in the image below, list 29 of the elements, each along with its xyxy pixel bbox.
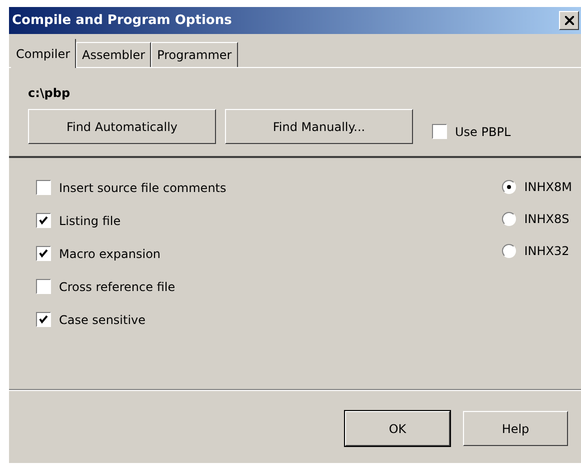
radio-label: INHX32 [524, 244, 570, 258]
compiler-path: c:\pbp [28, 86, 72, 100]
close-button[interactable] [559, 11, 579, 30]
checkbox[interactable] [432, 124, 447, 139]
radio-label: INHX8M [524, 180, 572, 194]
tab[interactable]: Programmer [151, 42, 238, 67]
checkbox[interactable] [36, 312, 51, 327]
checkbox-label: Insert source file comments [59, 180, 226, 194]
checkbox[interactable] [36, 180, 51, 195]
help-button[interactable]: Help [463, 411, 568, 446]
find-manually-button[interactable]: Find Manually... [225, 109, 413, 144]
checkbox-label: Case sensitive [59, 312, 146, 326]
checkbox[interactable] [36, 213, 51, 228]
checkbox-label: Macro expansion [59, 246, 161, 260]
checkbox[interactable] [36, 279, 51, 294]
window-title: Compile and Program Options [12, 13, 232, 28]
close-icon [564, 16, 574, 25]
tab[interactable]: Assembler [76, 42, 152, 67]
checkbox-label: Cross reference file [59, 280, 176, 294]
checkbox-label: Use PBPL [455, 124, 511, 138]
checkbox[interactable] [36, 246, 51, 261]
radio-button[interactable] [502, 180, 516, 194]
tab[interactable]: Compiler [11, 39, 76, 68]
ok-button[interactable]: OK [345, 411, 450, 446]
find-automatically-button[interactable]: Find Automatically [28, 109, 216, 144]
radio-button[interactable] [502, 212, 516, 226]
radio-label: INHX8S [524, 212, 570, 226]
radio-button[interactable] [502, 244, 516, 258]
checkbox-label: Listing file [59, 214, 121, 228]
